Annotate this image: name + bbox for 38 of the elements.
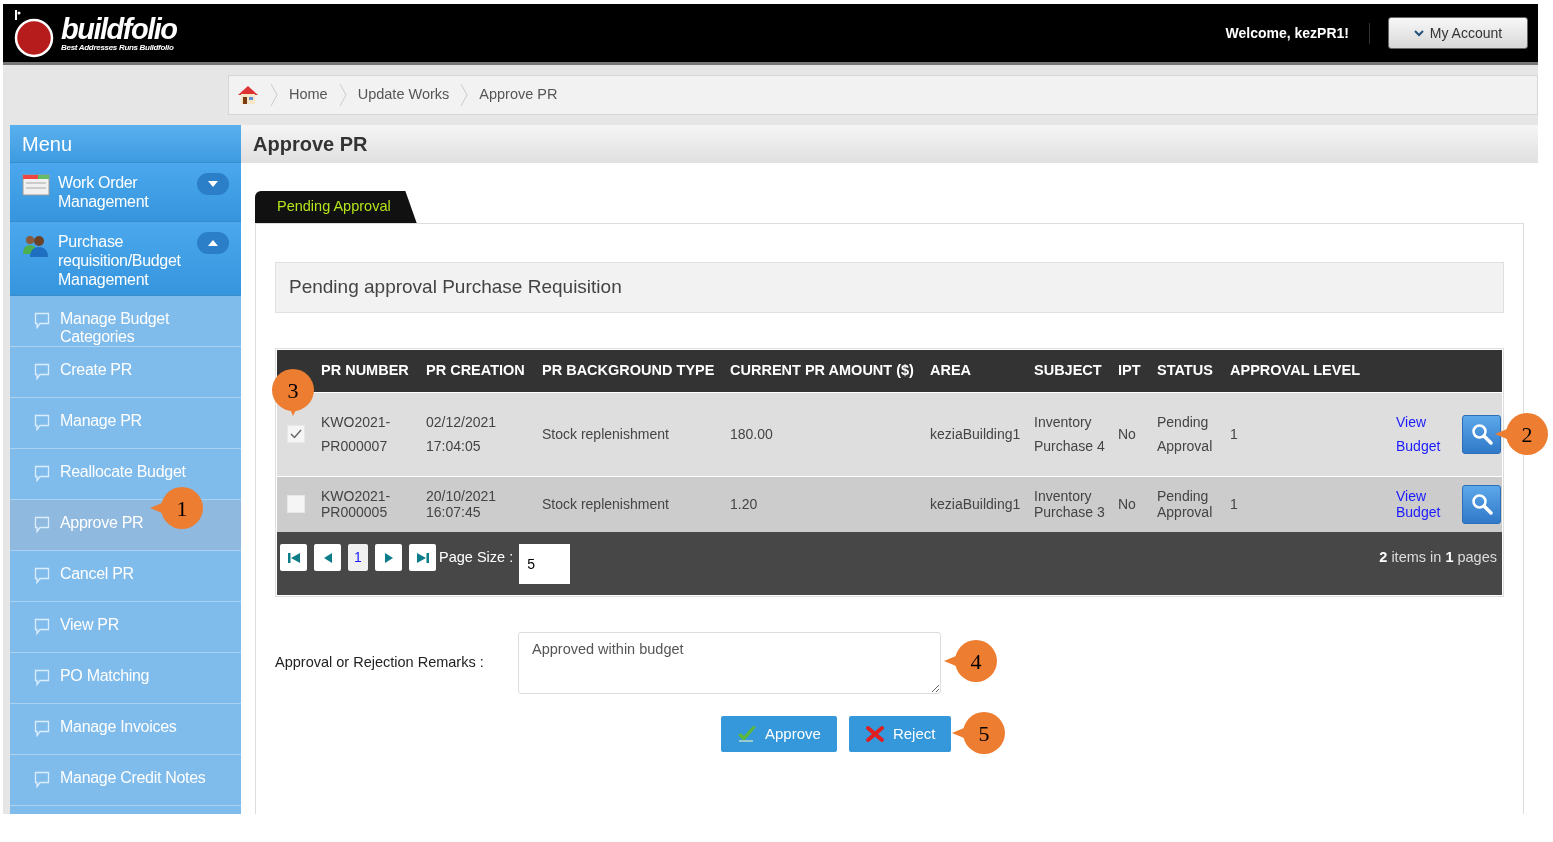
table-cell: Stock replenishment	[542, 476, 730, 532]
table-cell: Pending Approval	[1157, 392, 1230, 476]
table-cell: KWO2021-PR000007	[321, 392, 426, 476]
table-cell: Inventory Purchase 3	[1034, 476, 1118, 532]
page-size-label: Page Size :	[439, 548, 514, 567]
table-cell: Inventory Purchase 4	[1034, 392, 1118, 476]
column-header: IPT	[1118, 350, 1157, 392]
table-cell: keziaBuilding1	[930, 476, 1034, 532]
column-header: APPROVAL LEVEL	[1230, 350, 1396, 392]
table-cell: 1.20	[730, 476, 930, 532]
table-cell: keziaBuilding1	[930, 392, 1034, 476]
logo-text: buildfolio	[61, 14, 177, 44]
column-header: SUBJECT	[1034, 350, 1118, 392]
menu-section-label: Work Order Management	[58, 173, 150, 211]
column-header: CURRENT PR AMOUNT ($)	[730, 350, 930, 392]
menu-section-label: Purchase requisition/Budget Management	[58, 232, 182, 289]
column-header: PR BACKGROUND TYPE	[542, 350, 730, 392]
column-header: AREA	[930, 350, 1034, 392]
section-title: Pending approval Purchase Requisition	[289, 275, 622, 300]
column-header: STATUS	[1157, 350, 1230, 392]
table-cell: No	[1118, 392, 1157, 476]
table-cell: KWO2021-PR000005	[321, 476, 426, 532]
pager-summary: 2 items in 1 pages	[1379, 548, 1498, 567]
logo-tagline: Best Addresses Runs Buildfolio	[61, 43, 175, 52]
table-cell: 02/12/2021 17:04:05	[426, 392, 542, 476]
table-cell: 1	[1230, 392, 1396, 476]
table-cell: 180.00	[730, 392, 930, 476]
page-title: Approve PR	[253, 132, 368, 157]
table-cell: 20/10/2021 16:07:45	[426, 476, 542, 532]
welcome-text: Welcome, kezPR1!	[1225, 22, 1370, 44]
remarks-label: Approval or Rejection Remarks :	[275, 653, 485, 673]
column-header: PR CREATION	[426, 350, 542, 392]
table-cell: 1	[1230, 476, 1396, 532]
menu-title: Menu	[10, 125, 241, 163]
table-cell: Pending Approval	[1157, 476, 1230, 532]
table-cell: No	[1118, 476, 1157, 532]
column-header: PR NUMBER	[321, 350, 426, 392]
table-cell: Stock replenishment	[542, 392, 730, 476]
